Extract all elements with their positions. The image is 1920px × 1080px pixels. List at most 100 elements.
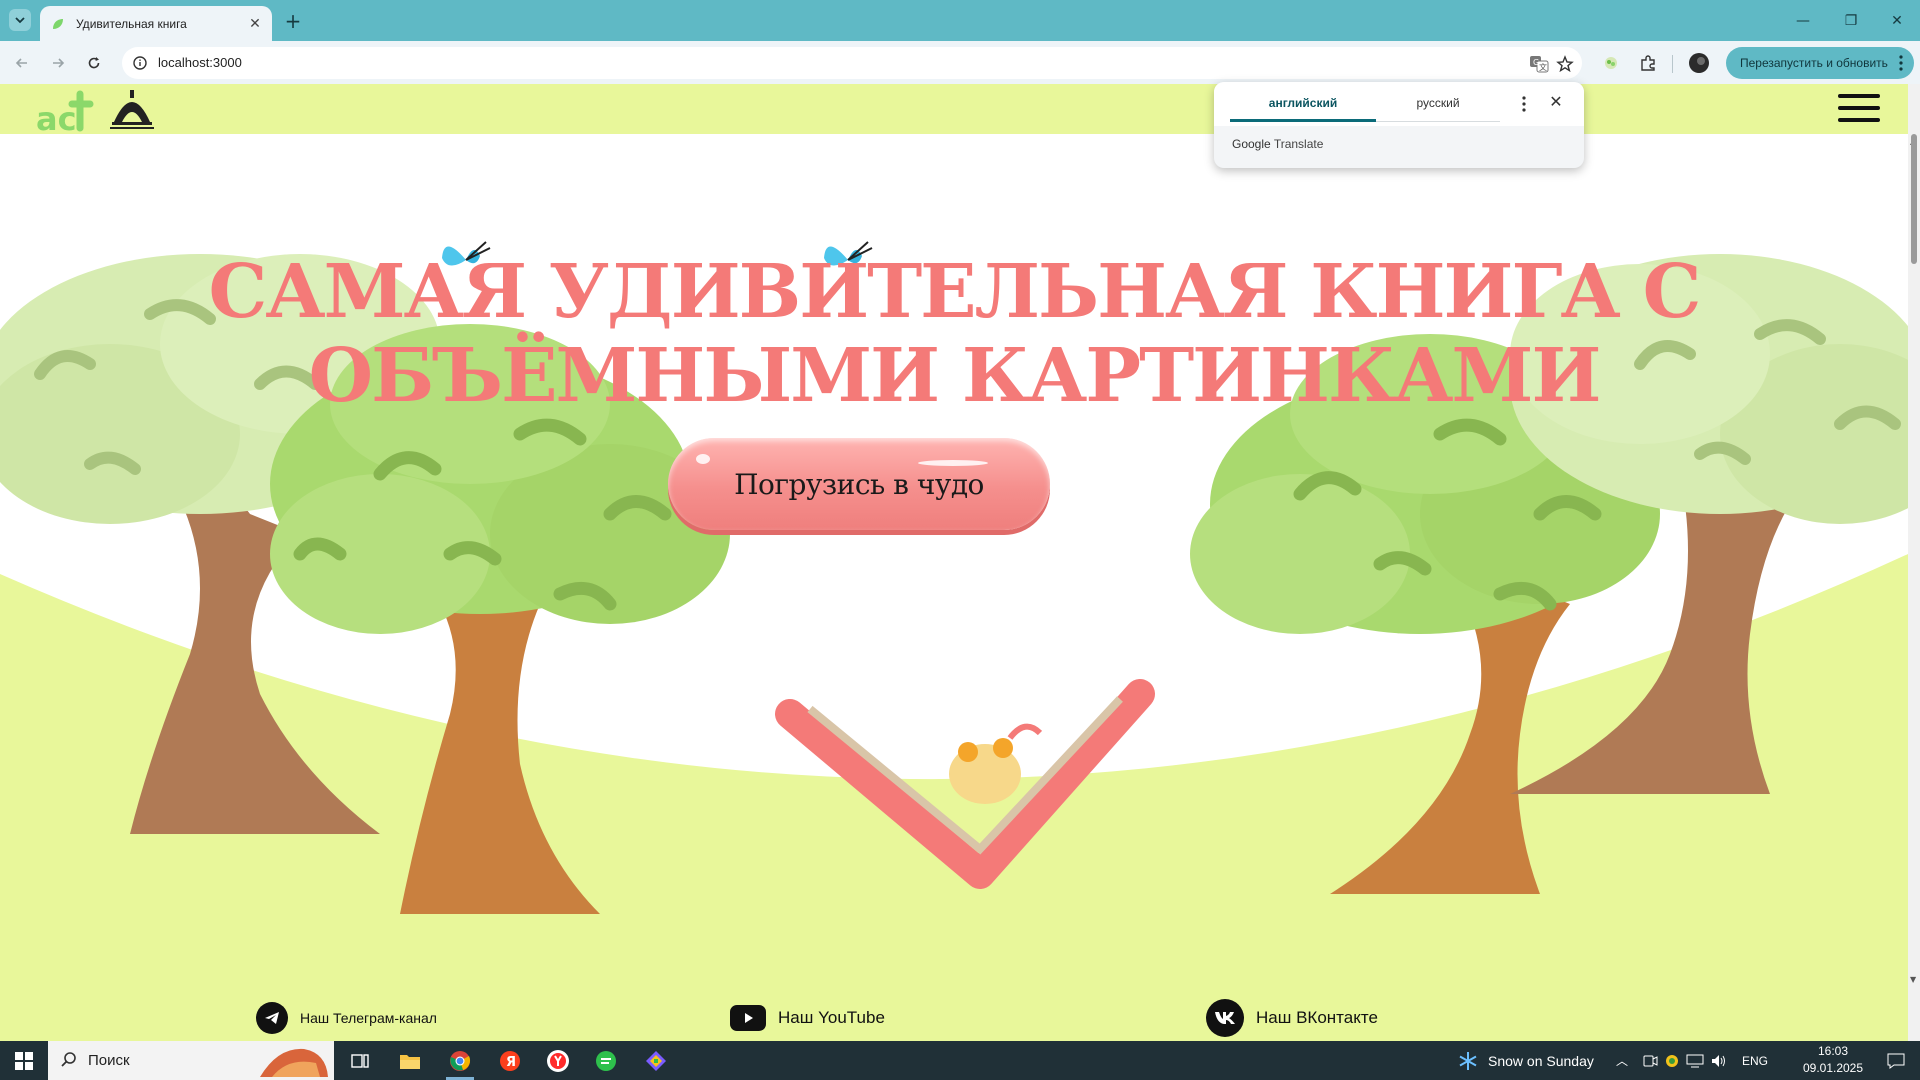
file-explorer-icon[interactable]: [386, 1041, 434, 1080]
more-vertical-icon[interactable]: [1516, 94, 1532, 114]
search-highlight-icon: [260, 1048, 328, 1077]
web-page: ас САМАЯ УДИВИТЕЛЬНАЯ КНИГА С ОБЪЁМНЫМИ …: [0, 84, 1908, 1041]
weather-label: Snow on Sunday: [1488, 1052, 1594, 1069]
vk-icon: [1206, 999, 1244, 1037]
tray-app-icon[interactable]: [1664, 1053, 1680, 1069]
tab-search-button[interactable]: [9, 9, 31, 31]
menu-line: [1838, 106, 1880, 110]
network-icon[interactable]: [1686, 1053, 1704, 1069]
extensions-puzzle-icon[interactable]: [1637, 52, 1659, 74]
bookmark-star-icon[interactable]: [1554, 53, 1576, 75]
meet-now-icon[interactable]: [1642, 1053, 1658, 1069]
youtube-icon: [730, 1005, 766, 1031]
svg-text:文: 文: [1539, 62, 1547, 72]
tab-divider: [1376, 121, 1500, 122]
profile-avatar[interactable]: [1688, 52, 1710, 74]
hero-scene: САМАЯ УДИВИТЕЛЬНАЯ КНИГА С ОБЪЁМНЫМИ КАР…: [0, 134, 1908, 994]
tab-title: Удивительная книга: [76, 16, 187, 31]
chevron-up-icon[interactable]: ︿: [1616, 1052, 1636, 1069]
windows-logo-icon: [15, 1051, 33, 1070]
notifications-icon[interactable]: [1872, 1041, 1920, 1080]
cta-label: Погрузись в чудо: [734, 467, 984, 501]
youtube-link[interactable]: Наш YouTube: [730, 1001, 885, 1035]
search-placeholder: Поиск: [88, 1052, 130, 1069]
start-button[interactable]: [0, 1041, 48, 1080]
relaunch-label: Перезапустить и обновить: [1740, 56, 1888, 70]
snowflake-icon: [1459, 1051, 1477, 1070]
reload-icon: [88, 57, 100, 69]
telegram-link[interactable]: Наш Телеграм-канал: [256, 1001, 437, 1035]
tab-strip: Удивительная книга ✕ + — ❐ ✕: [0, 0, 1920, 41]
restore-icon[interactable]: ❐: [1828, 0, 1874, 41]
page-title: САМАЯ УДИВИТЕЛЬНАЯ КНИГА С ОБЪЁМНЫМИ КАР…: [0, 250, 1908, 418]
close-window-icon[interactable]: ✕: [1874, 0, 1920, 41]
address-bar[interactable]: localhost:3000 G文: [122, 47, 1582, 79]
button-gloss: [696, 454, 710, 464]
taskbar-search[interactable]: Поиск: [48, 1041, 334, 1080]
input-language[interactable]: ENG: [1742, 1054, 1768, 1068]
back-button[interactable]: [8, 49, 36, 77]
source-language-tab[interactable]: английский: [1230, 96, 1376, 110]
url-text: localhost:3000: [158, 55, 242, 70]
toolbar-divider: [1672, 55, 1673, 73]
arrow-right-icon: [53, 58, 65, 68]
close-icon[interactable]: ✕: [1546, 92, 1566, 112]
green-app-icon[interactable]: [582, 1041, 630, 1080]
new-tab-button[interactable]: +: [281, 9, 305, 33]
clock-date: 09.01.2025: [1802, 1061, 1864, 1075]
clock-time: 16:03: [1817, 1044, 1849, 1058]
minimize-icon[interactable]: —: [1780, 0, 1826, 41]
system-tray: ︿ ENG: [1616, 1041, 1768, 1080]
menu-line: [1838, 94, 1880, 98]
yandex-browser-icon[interactable]: [534, 1041, 582, 1080]
clock[interactable]: 16:03 09.01.2025: [1800, 1043, 1866, 1077]
extension-icon[interactable]: [1600, 52, 1622, 74]
google-translate-brand: Google Translate: [1232, 137, 1323, 151]
windows-taskbar: Поиск Я Snow on Sunday ︿ ENG 16:03 09.01…: [0, 1041, 1920, 1080]
site-favicon-icon: [53, 18, 63, 29]
brand-translate: Translate: [1273, 137, 1324, 151]
dive-into-wonder-button[interactable]: Погрузись в чудо: [668, 438, 1050, 530]
scroll-down-icon[interactable]: ▼: [1910, 976, 1918, 984]
site-header: ас: [0, 84, 1908, 134]
title-line-1: САМАЯ УДИВИТЕЛЬНАЯ КНИГА С: [208, 249, 1702, 335]
vk-link[interactable]: Наш ВКонтакте: [1206, 999, 1378, 1037]
task-view-icon[interactable]: [336, 1041, 384, 1080]
translate-popup: английский русский ✕ Google Translate: [1214, 82, 1584, 168]
site-info-icon[interactable]: [130, 53, 150, 73]
reload-button[interactable]: [80, 49, 108, 77]
chevron-down-icon: [15, 17, 25, 24]
forward-button[interactable]: [44, 49, 72, 77]
publisher-logo[interactable]: [108, 88, 156, 132]
close-tab-icon[interactable]: ✕: [244, 13, 266, 35]
button-gloss: [918, 460, 988, 466]
page-scrollbar[interactable]: ▲ ▼: [1908, 84, 1920, 1041]
ast-logo[interactable]: ас: [36, 88, 108, 132]
youtube-label: Наш YouTube: [778, 1008, 885, 1027]
translate-page-icon[interactable]: G文: [1528, 53, 1550, 75]
dev-tool-icon[interactable]: [632, 1041, 680, 1080]
search-icon: [61, 1052, 76, 1067]
social-footer: Наш Телеграм-канал Наш YouTube Наш ВКонт…: [0, 994, 1908, 1041]
scrollbar-thumb[interactable]: [1911, 134, 1917, 264]
svg-text:Я: Я: [506, 1055, 516, 1070]
vk-label: Наш ВКонтакте: [1256, 1008, 1378, 1027]
target-language-tab[interactable]: русский: [1376, 96, 1500, 110]
relaunch-update-button[interactable]: Перезапустить и обновить: [1726, 47, 1914, 79]
browser-tab[interactable]: Удивительная книга ✕: [40, 6, 272, 41]
hamburger-menu-button[interactable]: [1838, 94, 1880, 124]
title-line-2: ОБЪЁМНЫМИ КАРТИНКАМИ: [308, 333, 1602, 419]
telegram-label: Наш Телеграм-канал: [300, 1010, 437, 1026]
yandex-icon[interactable]: Я: [486, 1041, 534, 1080]
chrome-icon[interactable]: [436, 1041, 484, 1080]
more-vertical-icon: [1899, 55, 1903, 71]
brand-google: Google: [1232, 137, 1271, 151]
weather-widget[interactable]: Snow on Sunday: [1458, 1041, 1594, 1080]
arrow-left-icon: [15, 58, 27, 68]
translate-tabs: английский русский ✕: [1214, 82, 1584, 126]
telegram-icon: [256, 1002, 288, 1034]
browser-toolbar: localhost:3000 G文 Перезапустить и обнови…: [0, 41, 1920, 84]
active-tab-underline: [1230, 119, 1376, 122]
volume-icon[interactable]: [1710, 1053, 1728, 1069]
menu-line: [1838, 118, 1880, 122]
